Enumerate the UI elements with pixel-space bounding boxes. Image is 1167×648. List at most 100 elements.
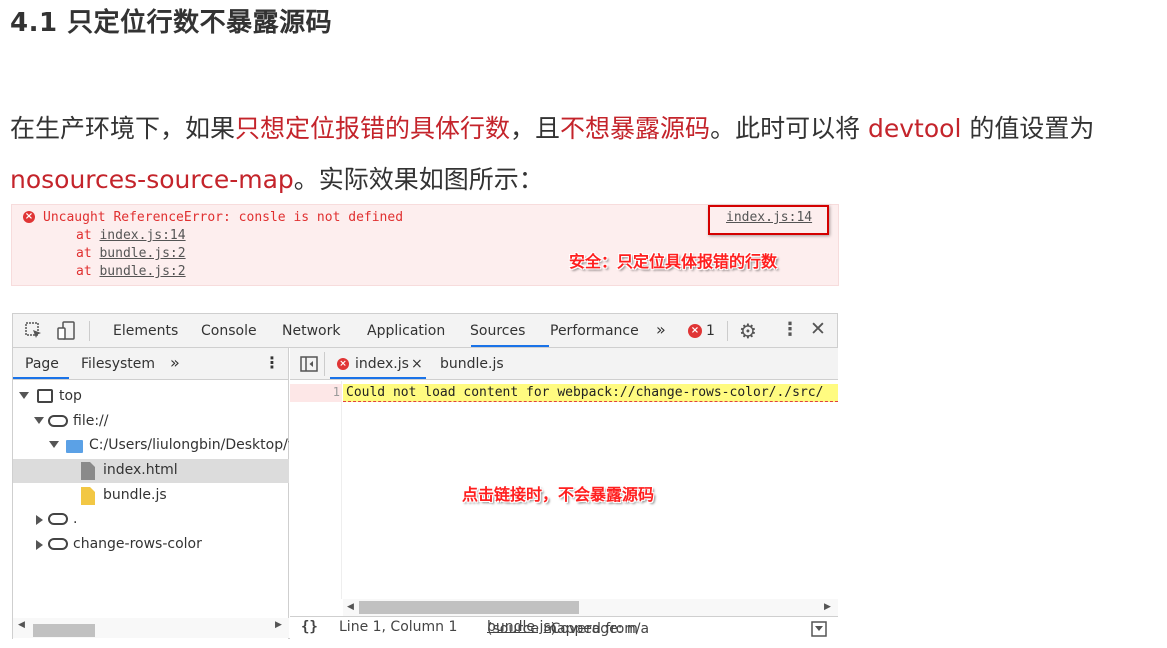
source-mapped-info: (source mapped from bundle.js) Coverage:… (487, 619, 649, 637)
description-paragraph: 在生产环境下，如果只想定位报错的具体行数，且不想暴露源码。此时可以将 devto… (10, 103, 1160, 205)
tree-item-top[interactable]: top (13, 385, 289, 409)
navigator-pane: Page Filesystem » ⋮ top file:// C:/Users… (13, 348, 289, 639)
tree-item-label: top (59, 388, 82, 404)
tab-performance[interactable]: Performance (550, 323, 639, 339)
close-icon[interactable]: ✕ (810, 318, 826, 340)
error-count[interactable]: 1 (706, 323, 715, 339)
para-text-1: 在生产环境下，如果 (10, 114, 236, 143)
cloud-icon (48, 538, 68, 550)
error-count-icon[interactable]: × (688, 324, 702, 338)
para-highlight-devtool: devtool (868, 114, 962, 143)
cloud-icon (48, 415, 68, 427)
scroll-left-icon[interactable]: ◀ (347, 602, 354, 612)
settings-gear-icon[interactable]: ⚙ (739, 319, 757, 343)
stack-link[interactable]: index.js:14 (99, 228, 185, 243)
navigator-tabs: Page Filesystem » ⋮ (13, 348, 288, 380)
tree-item-label: change-rows-color (73, 536, 202, 552)
toolbar-divider (89, 321, 90, 341)
tree-item-file[interactable]: file:// (13, 410, 289, 434)
toolbar-divider (324, 352, 325, 376)
tree-item-label: file:// (73, 413, 109, 429)
more-tabs-button[interactable]: » (170, 353, 180, 372)
tab-application[interactable]: Application (367, 323, 445, 339)
editor-scrollbar[interactable]: ◀ ▶ (343, 599, 838, 616)
tab-close-icon[interactable]: × (411, 356, 423, 372)
scroll-left-icon[interactable]: ◀ (18, 620, 25, 630)
para-highlight-1: 只想定位报错的具体行数 (235, 114, 511, 143)
tree-item-change-rows-color[interactable]: change-rows-color (13, 533, 289, 557)
para-highlight-nosources: nosources-source-map (10, 165, 294, 194)
error-icon: × (23, 211, 35, 223)
stack-frame: at bundle.js:2 (76, 264, 186, 279)
tree-item-label: C:/Users/liulongbin/Desktop/vu (89, 437, 289, 453)
js-file-icon (81, 487, 95, 505)
error-source-link[interactable]: index.js:14 (726, 210, 812, 225)
expand-arrow-icon[interactable] (49, 441, 59, 448)
stack-link[interactable]: bundle.js:2 (99, 264, 185, 279)
para-text-4: 的值设置为 (961, 114, 1095, 143)
tab-console[interactable]: Console (201, 323, 257, 339)
tree-item-label: index.html (103, 462, 178, 478)
navigator-scrollbar[interactable]: ◀ ▶ (13, 618, 289, 638)
scroll-right-icon[interactable]: ▶ (275, 620, 282, 630)
no-source-callout: 点击链接时，不会暴露源码 (462, 485, 655, 504)
scroll-right-icon[interactable]: ▶ (824, 602, 831, 612)
stack-link[interactable]: bundle.js:2 (99, 246, 185, 261)
tab-filesystem[interactable]: Filesystem (81, 356, 155, 372)
devtools-panel: Elements Console Network Application Sou… (12, 313, 838, 639)
tree-item-index-html[interactable]: index.html (13, 459, 289, 483)
tree-item-folder[interactable]: C:/Users/liulongbin/Desktop/vu (13, 434, 289, 458)
inspect-icon[interactable] (25, 322, 43, 340)
stack-prefix: at (76, 228, 100, 243)
collapse-arrow-icon[interactable] (36, 540, 43, 550)
expand-arrow-icon[interactable] (19, 392, 29, 399)
editor-tabs: × index.js × bundle.js (290, 348, 838, 380)
toggle-navigator-icon[interactable] (300, 356, 318, 372)
console-error-box: × Uncaught ReferenceError: consle is not… (11, 204, 839, 286)
folder-icon (66, 440, 83, 453)
collapse-arrow-icon[interactable] (36, 515, 43, 525)
device-toggle-icon[interactable] (57, 321, 77, 341)
editor-tab-bundle-js[interactable]: bundle.js (440, 356, 504, 372)
para-text-5: 。实际效果如图所示： (293, 165, 544, 194)
tab-elements[interactable]: Elements (113, 323, 178, 339)
stack-frame: at bundle.js:2 (76, 246, 186, 261)
cursor-position: Line 1, Column 1 (339, 619, 458, 635)
para-text-2: ，且 (510, 114, 561, 143)
expand-arrow-icon[interactable] (34, 417, 44, 424)
more-options-icon[interactable]: ⋮ (781, 319, 799, 340)
more-options-icon[interactable]: ⋮ (264, 353, 280, 372)
frame-icon (37, 389, 53, 403)
toolbar-divider (727, 321, 728, 341)
editor-status-bar: {} Line 1, Column 1 (source mapped from … (290, 616, 838, 639)
scrollbar-thumb[interactable] (33, 624, 95, 637)
html-file-icon (81, 462, 95, 480)
tab-page[interactable]: Page (25, 356, 59, 372)
editor-pane: × index.js × bundle.js 1 Could not load … (290, 348, 838, 639)
tree-item-dot[interactable]: . (13, 508, 289, 532)
editor-tab-index-js[interactable]: index.js (355, 356, 409, 372)
stack-frame: at index.js:14 (76, 228, 186, 243)
security-callout: 安全：只定位具体报错的行数 (569, 252, 778, 271)
coverage-text: Coverage: n/a (550, 621, 650, 637)
active-tab-indicator (330, 377, 426, 379)
devtools-tabbar: Elements Console Network Application Sou… (13, 314, 837, 348)
more-tabs-button[interactable]: » (656, 320, 666, 339)
stack-prefix: at (76, 246, 100, 261)
tab-network[interactable]: Network (282, 323, 340, 339)
error-message: Uncaught ReferenceError: consle is not d… (43, 210, 404, 225)
line-gutter (290, 381, 342, 599)
pretty-print-button[interactable]: {} (301, 619, 318, 635)
para-highlight-2: 不想暴露源码 (560, 114, 711, 143)
tree-item-bundle-js[interactable]: bundle.js (13, 484, 289, 508)
active-tab-indicator (471, 345, 549, 347)
tree-item-label: . (73, 511, 78, 527)
code-line: Could not load content for webpack://cha… (343, 384, 838, 402)
tree-item-label: bundle.js (103, 487, 167, 503)
toggle-drawer-icon[interactable] (811, 621, 827, 637)
active-tab-indicator (13, 377, 69, 379)
section-heading: 4.1 只定位行数不暴露源码 (10, 8, 333, 38)
para-text-3: 。此时可以将 (710, 114, 869, 143)
scrollbar-thumb[interactable] (359, 601, 579, 614)
line-number: 1 (332, 385, 340, 399)
